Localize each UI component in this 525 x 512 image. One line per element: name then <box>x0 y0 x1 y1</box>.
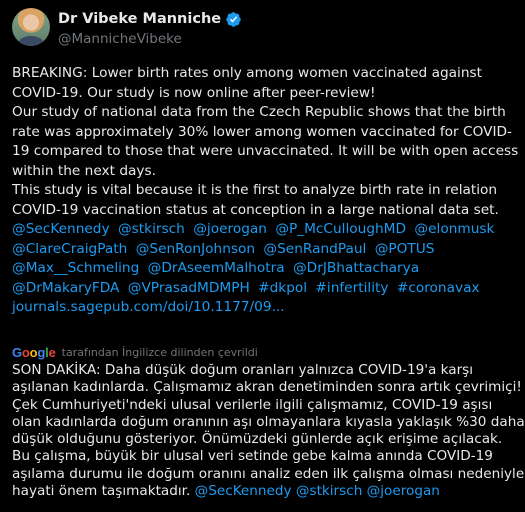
mention-line: @ClareCraigPath @SenRonJohnson @SenRandP… <box>12 240 520 260</box>
post-body: BREAKING: Lower birth rates only among w… <box>12 64 520 318</box>
translated-line: SON DAKİKA: Daha düşük doğum oranları ya… <box>12 362 474 378</box>
verified-badge-icon <box>226 11 241 27</box>
translated-body: SON DAKİKA: Daha düşük doğum oranları ya… <box>12 362 525 500</box>
translated-line: hayati önem taşımaktadır. @SecKennedy @s… <box>12 483 520 500</box>
translated-line: olan kadınlarda doğum oranının aşı olmay… <box>12 413 525 430</box>
post-line: within the next days. <box>12 162 157 179</box>
mention-link[interactable]: @joerogan <box>193 221 267 237</box>
translated-line: aşılanan kadınlarda. Çalışmamız akran de… <box>12 379 522 396</box>
external-link[interactable]: journals.sagepub.com/doi/10.1177/09... <box>12 298 520 318</box>
mention-link[interactable]: @SenRonJohnson <box>136 241 255 257</box>
post-line: 19 compared to those that were unvaccina… <box>12 143 519 159</box>
author-handle[interactable]: @MannicheVibeke <box>58 31 242 47</box>
mention-link[interactable]: @stkirsch <box>118 221 185 237</box>
mention-link[interactable]: @DrJBhattacharya <box>293 260 419 276</box>
translation-label: tarafından İngilizce dilinden çevrildi <box>61 345 258 359</box>
avatar[interactable] <box>12 8 50 46</box>
translated-line: Bu çalışma, büyük bir ulusal veri setind… <box>12 448 493 465</box>
hashtag-link[interactable]: @VPrasadMDMPH <box>128 280 250 296</box>
mention-line: @SecKennedy @stkirsch @joerogan @P_McCul… <box>12 220 520 240</box>
translated-line: aşılama durumu ile doğum oranını analiz … <box>12 465 525 482</box>
mention-link[interactable]: @SecKennedy <box>12 221 110 237</box>
author-block: Dr Vibeke Manniche @MannicheVibeke <box>58 10 242 47</box>
mention-line: @Max__Schmeling @DrAseemMalhotra @DrJBha… <box>12 259 520 279</box>
mention-link[interactable]: @joerogan <box>367 483 440 499</box>
mention-line: @DrMakaryFDA @VPrasadMDMPH #dkpol #infer… <box>12 279 520 299</box>
post-line: COVID-19 vaccination status at conceptio… <box>12 201 499 218</box>
mention-link[interactable]: @SecKennedy <box>195 483 292 499</box>
hashtag-link[interactable]: #infertility <box>315 280 388 296</box>
hashtag-link[interactable]: #coronavax <box>397 280 480 296</box>
mention-link[interactable]: @elonmusk <box>414 221 494 237</box>
mention-link[interactable]: @stkirsch <box>296 483 362 499</box>
post-line: Our study of national data from the Czec… <box>12 104 506 120</box>
post-line: COVID-19. Our study is now online after … <box>12 84 376 101</box>
mention-link[interactable]: @POTUS <box>375 241 435 257</box>
mention-link[interactable]: @DrMakaryFDA <box>12 280 119 296</box>
google-logo: Google <box>12 344 56 360</box>
post-line: This study is vital because it is the fi… <box>12 182 498 198</box>
mention-link[interactable]: @Max__Schmeling <box>12 260 139 276</box>
post-line: rate was approximately 30% lower among w… <box>12 123 513 140</box>
translated-text: hayati önem taşımaktadır. <box>12 483 191 500</box>
mention-link[interactable]: @DrAseemMalhotra <box>148 260 285 276</box>
post-line: BREAKING: Lower birth rates only among w… <box>12 65 483 81</box>
mention-link[interactable]: @SenRandPaul <box>263 241 366 257</box>
post-header: Dr Vibeke Manniche @MannicheVibeke <box>12 8 242 48</box>
translation-attribution: Google tarafından İngilizce dilinden çev… <box>12 344 258 360</box>
mention-link[interactable]: @P_McCulloughMD <box>275 221 406 237</box>
mention-link[interactable]: @ClareCraigPath <box>12 241 127 257</box>
translated-line: düşük olduğunu gösteriyor. Önümüzdeki gü… <box>12 431 503 448</box>
hashtag-link[interactable]: #dkpol <box>258 280 307 296</box>
display-name[interactable]: Dr Vibeke Manniche <box>58 11 221 27</box>
display-name-row: Dr Vibeke Manniche <box>58 10 242 28</box>
translated-line: Çek Cumhuriyeti'ndeki ulusal verilerle i… <box>12 396 493 413</box>
